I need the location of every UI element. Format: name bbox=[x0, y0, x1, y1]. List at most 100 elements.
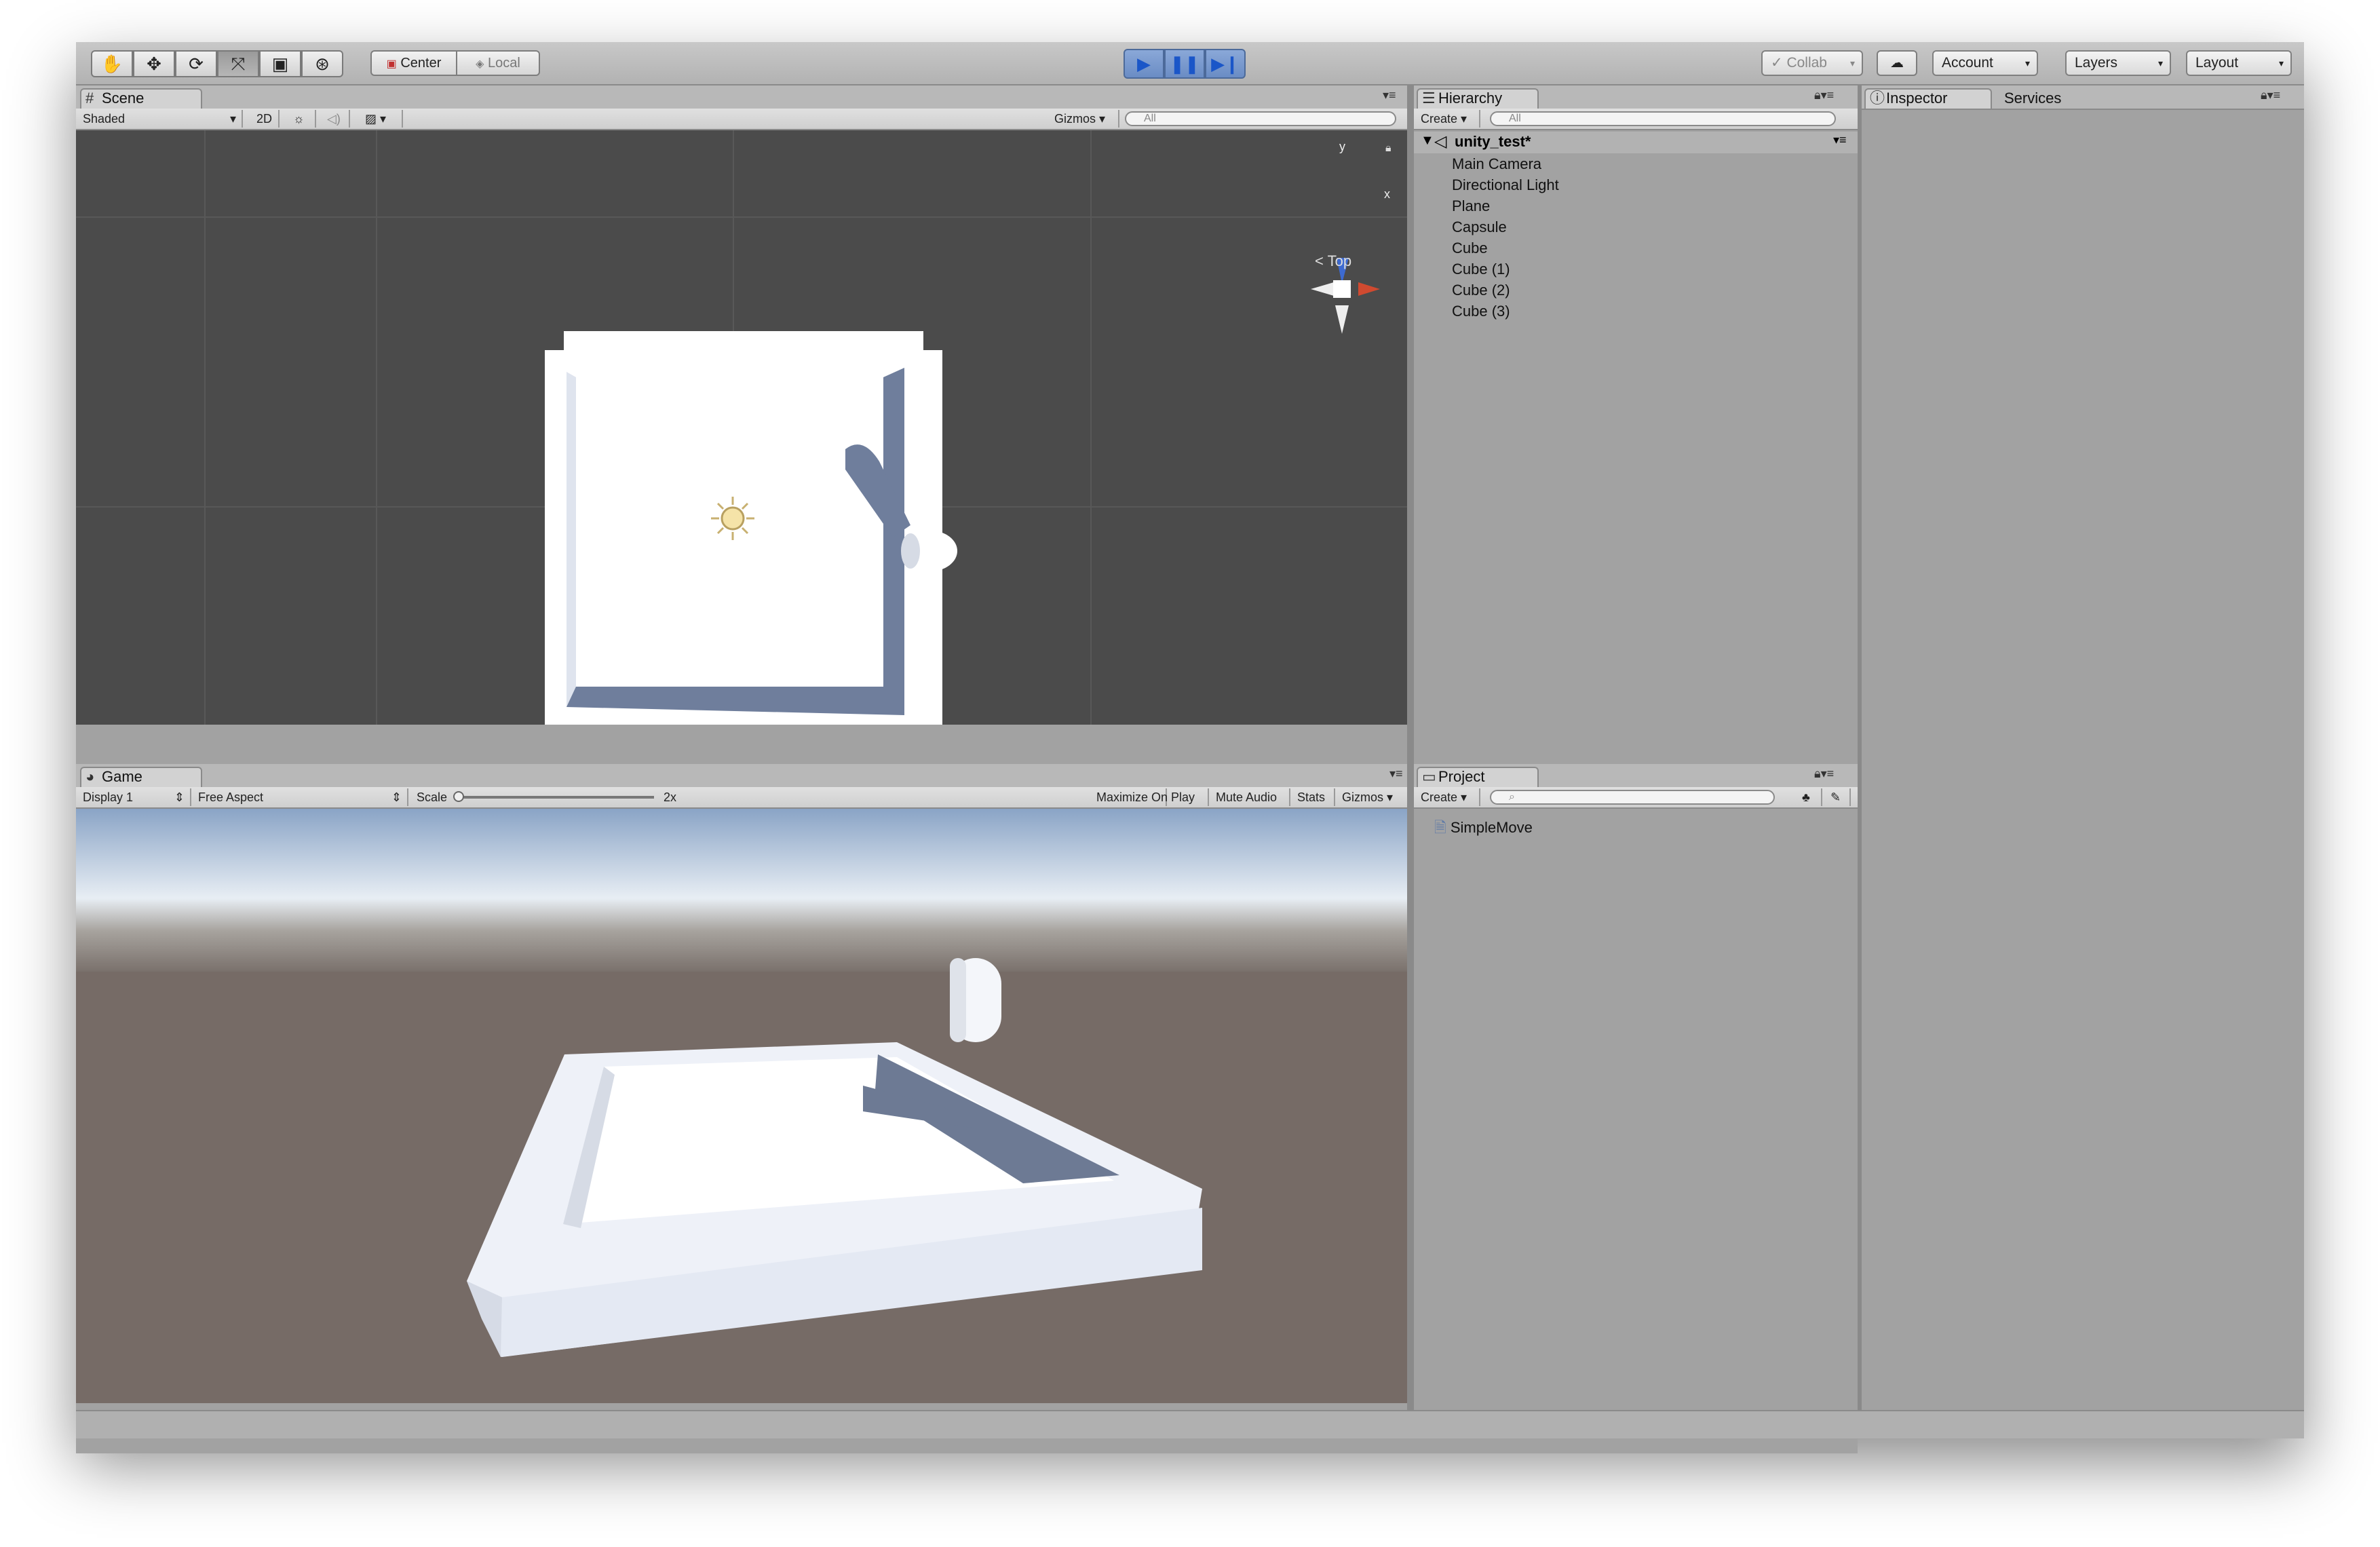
2d-toggle[interactable]: 2D bbox=[250, 110, 280, 128]
hierarchy-tabbar: ☰ Hierarchy 🔒︎▾≡ bbox=[1414, 85, 1858, 110]
filter-type-button[interactable]: ♣ bbox=[1795, 788, 1822, 806]
account-dropdown[interactable]: Account ▾ bbox=[1932, 50, 2038, 76]
game-render bbox=[76, 809, 1414, 1403]
tab-hierarchy[interactable]: ☰ Hierarchy bbox=[1417, 88, 1539, 109]
scene-menu-icon[interactable]: ▾≡ bbox=[1833, 133, 1847, 147]
game-panel: ◕ Game ▾≡ Display 1 ⇕ Free Aspect ⇕ Scale … bbox=[76, 764, 1414, 1453]
cloud-icon: ☁ bbox=[1890, 56, 1904, 71]
tab-project[interactable]: ▭ Project bbox=[1417, 767, 1539, 787]
panel-lock-menu-icon[interactable]: 🔒︎▾≡ bbox=[1814, 767, 1834, 781]
mute-audio-toggle[interactable]: Mute Audio bbox=[1209, 788, 1290, 806]
filter-label-button[interactable]: ✎ bbox=[1824, 788, 1851, 806]
collab-dropdown[interactable]: ✓ Collab ▾ bbox=[1761, 50, 1863, 76]
axis-y-label: y bbox=[1339, 140, 1345, 153]
chevron-down-icon: ▾ bbox=[1849, 58, 1855, 69]
tab-inspector[interactable]: ⓘ Inspector bbox=[1864, 88, 1992, 109]
scale-control: Scale 2x bbox=[410, 788, 1167, 806]
expand-triangle-icon[interactable]: ▼ bbox=[1421, 133, 1434, 149]
list-item[interactable]: Cube (3) bbox=[1452, 301, 1559, 322]
aspect-dropdown[interactable]: Free Aspect ⇕ bbox=[191, 788, 408, 806]
stepper-icon: ⇕ bbox=[174, 790, 185, 804]
audio-toggle[interactable]: ◁) bbox=[320, 110, 350, 128]
cloud-button[interactable]: ☁ bbox=[1877, 50, 1917, 76]
transform-tool-icon[interactable]: ⊛ bbox=[301, 50, 343, 77]
image-icon: ▨ ▾ bbox=[365, 112, 387, 126]
vertical-splitter[interactable] bbox=[1407, 85, 1414, 1437]
list-item[interactable]: Cube (2) bbox=[1452, 280, 1559, 301]
game-viewport[interactable] bbox=[76, 809, 1414, 1403]
step-button[interactable]: ▶❙ bbox=[1205, 49, 1246, 79]
tab-game[interactable]: ◕ Game bbox=[80, 767, 202, 787]
pause-button[interactable]: ❚❚ bbox=[1164, 49, 1205, 79]
hand-tool-icon[interactable]: ✋ bbox=[91, 50, 133, 77]
search-icon: ⌕ bbox=[1509, 791, 1515, 803]
play-icon: ▶ bbox=[1137, 54, 1151, 74]
project-search-input[interactable]: ⌕ bbox=[1490, 790, 1775, 805]
sun-icon: ☼ bbox=[293, 112, 305, 126]
display-dropdown[interactable]: Display 1 ⇕ bbox=[76, 788, 191, 806]
panel-lock-menu-icon[interactable]: 🔒︎▾≡ bbox=[1814, 88, 1834, 102]
check-icon: ✓ bbox=[1771, 55, 1783, 71]
perspective-icon: < bbox=[1315, 252, 1324, 269]
scene-root-row[interactable]: ▼ ◁ unity_test* ▾≡ bbox=[1414, 132, 1858, 153]
list-item[interactable]: Cube bbox=[1452, 237, 1559, 259]
axis-x-label: x bbox=[1384, 187, 1390, 201]
tab-services[interactable]: Services bbox=[2004, 90, 2061, 107]
list-item[interactable]: Plane bbox=[1452, 195, 1559, 216]
hierarchy-list: Main Camera Directional Light Plane Caps… bbox=[1452, 153, 1559, 322]
view-label[interactable]: < Top bbox=[1315, 252, 1351, 270]
pivot-local-button[interactable]: ◈ Local bbox=[456, 50, 540, 76]
hierarchy-create-dropdown[interactable]: Create ▾ bbox=[1414, 110, 1480, 128]
stats-toggle[interactable]: Stats bbox=[1290, 788, 1335, 806]
pivot-center-button[interactable]: ▣ Center bbox=[370, 50, 457, 76]
play-button[interactable]: ▶ bbox=[1124, 49, 1164, 79]
chevron-down-icon: ▾ bbox=[2024, 58, 2030, 69]
game-controlbar: Display 1 ⇕ Free Aspect ⇕ Scale 2x Maximiz… bbox=[76, 787, 1414, 809]
stepper-icon: ⇕ bbox=[391, 790, 402, 804]
panel-lock-menu-icon[interactable]: 🔒︎▾≡ bbox=[2261, 88, 2280, 102]
inspector-tabbar: ⓘ Inspector Services 🔒︎▾≡ bbox=[1862, 85, 2304, 110]
main-toolbar: ✋ ✥ ⟳ ⤧ ▣ ⊛ ▣ Center ◈ Local ▶ ❚❚ ▶❙ ✓ C… bbox=[76, 42, 2304, 85]
shapes-icon: ♣ bbox=[1802, 790, 1810, 804]
list-icon: ☰ bbox=[1422, 90, 1436, 107]
game-gizmos-dropdown[interactable]: Gizmos ▾ bbox=[1335, 788, 1410, 806]
effects-dropdown[interactable]: ▨ ▾ bbox=[358, 110, 403, 128]
panel-menu-icon[interactable]: ▾≡ bbox=[1383, 88, 1396, 102]
layers-dropdown[interactable]: Layers ▾ bbox=[2065, 50, 2171, 76]
scene-render bbox=[76, 130, 1407, 725]
list-item[interactable]: Directional Light bbox=[1452, 174, 1559, 195]
rect-tool-icon[interactable]: ▣ bbox=[259, 50, 301, 77]
lock-icon[interactable]: 🔒︎ bbox=[1385, 142, 1391, 155]
pause-icon: ❚❚ bbox=[1170, 54, 1199, 74]
project-create-dropdown[interactable]: Create ▾ bbox=[1414, 788, 1480, 806]
lighting-toggle[interactable]: ☼ bbox=[286, 110, 316, 128]
project-controlbar: Create ▾ ⌕ ♣ ✎ bbox=[1414, 787, 1858, 809]
move-tool-icon[interactable]: ✥ bbox=[133, 50, 175, 77]
grid-icon: # bbox=[85, 90, 94, 107]
hierarchy-search-input[interactable]: All bbox=[1490, 111, 1836, 126]
pivot-icon: ▣ bbox=[386, 58, 397, 70]
maximize-on-play-toggle[interactable]: Maximize On Play bbox=[1090, 788, 1209, 806]
hierarchy-panel: ☰ Hierarchy 🔒︎▾≡ Create ▾ All ▼ ◁ unity_… bbox=[1414, 85, 1858, 764]
hierarchy-controlbar: Create ▾ All bbox=[1414, 109, 1858, 130]
pacman-icon: ◕ bbox=[85, 768, 95, 785]
project-tabbar: ▭ Project 🔒︎▾≡ bbox=[1414, 764, 1858, 788]
tab-scene[interactable]: # Scene bbox=[80, 88, 202, 109]
scene-viewport[interactable]: y x 🔒︎ < Top bbox=[76, 130, 1407, 725]
list-item[interactable]: Cube (1) bbox=[1452, 259, 1559, 280]
inspector-panel: ⓘ Inspector Services 🔒︎▾≡ bbox=[1862, 85, 2304, 1437]
rotate-tool-icon[interactable]: ⟳ bbox=[175, 50, 217, 77]
layout-dropdown[interactable]: Layout ▾ bbox=[2186, 50, 2292, 76]
panel-menu-icon[interactable]: ▾≡ bbox=[1389, 767, 1403, 781]
scale-slider[interactable] bbox=[457, 796, 654, 799]
scene-search-input[interactable]: All bbox=[1125, 111, 1396, 126]
scene-gizmos-dropdown[interactable]: Gizmos ▾ bbox=[1048, 110, 1119, 128]
scale-tool-icon[interactable]: ⤧ bbox=[217, 50, 259, 77]
list-item[interactable]: Capsule bbox=[1452, 216, 1559, 237]
chevron-down-icon: ▾ bbox=[2157, 58, 2163, 69]
list-item[interactable]: 🗎︎ SimpleMove bbox=[1434, 817, 1533, 838]
shading-dropdown[interactable]: Shaded ▾ bbox=[76, 110, 243, 128]
list-item[interactable]: Main Camera bbox=[1452, 153, 1559, 174]
scale-slider-thumb[interactable] bbox=[453, 791, 464, 802]
scene-tabbar: # Scene ▾≡ bbox=[76, 85, 1407, 110]
